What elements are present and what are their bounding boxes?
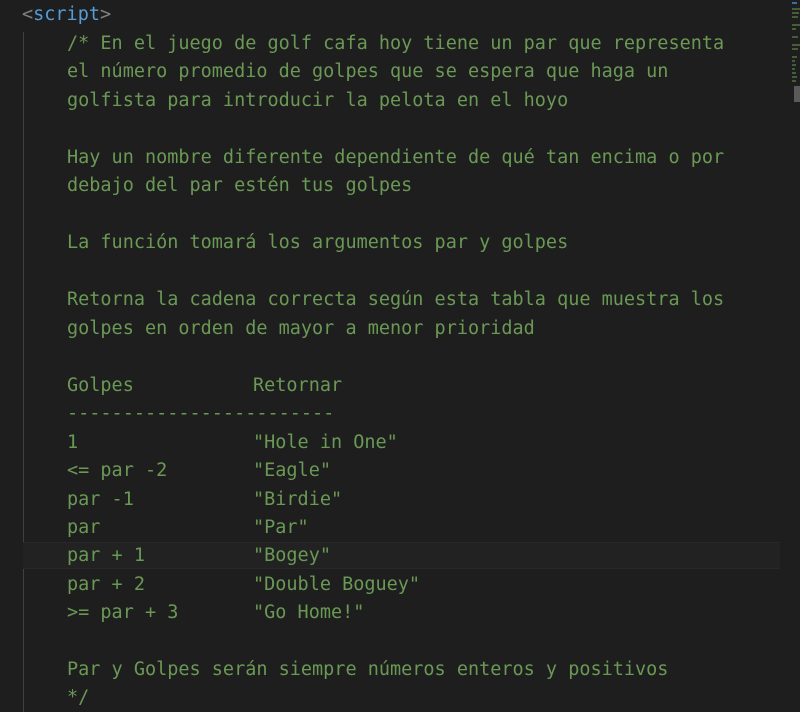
minimap[interactable] bbox=[780, 0, 800, 712]
table-row: 1 "Hole in One" bbox=[67, 429, 398, 458]
table-cell-golpes: par + 1 bbox=[67, 545, 145, 566]
table-cell-golpes: par bbox=[67, 517, 101, 538]
table-cell-golpes: 1 bbox=[67, 432, 79, 453]
table-row: >= par + 3 "Go Home!" bbox=[67, 599, 364, 628]
table-separator: ------------------------ bbox=[67, 403, 335, 424]
comment-line: /* En el juego de golf cafa hoy tiene un… bbox=[67, 33, 725, 54]
table-cell-golpes: par + 2 bbox=[67, 574, 145, 595]
script-open-tag: <script> bbox=[22, 1, 111, 30]
minimap-line bbox=[792, 72, 796, 74]
minimap-line bbox=[792, 80, 796, 82]
table-cell-retornar: "Par" bbox=[253, 517, 309, 538]
comment-line: Hay un nombre diferente dependiente de q… bbox=[67, 147, 725, 168]
table-header-retornar: Retornar bbox=[253, 375, 343, 396]
minimap-tag-mark bbox=[792, 2, 797, 4]
table-header-golpes: Golpes bbox=[67, 375, 134, 396]
tag-close-bracket: > bbox=[99, 4, 112, 25]
table-cell-retornar: "Hole in One" bbox=[253, 432, 398, 453]
minimap-line bbox=[792, 16, 798, 18]
table-row: par + 2 "Double Boguey" bbox=[67, 571, 420, 600]
table-row: <= par -2 "Eagle" bbox=[67, 457, 331, 486]
comment-line: golpes en orden de mayor a menor priorid… bbox=[67, 318, 535, 339]
minimap-line bbox=[792, 12, 799, 14]
minimap-line bbox=[792, 68, 795, 70]
minimap-line bbox=[792, 64, 796, 66]
minimap-line bbox=[792, 28, 796, 30]
minimap-line bbox=[792, 60, 795, 62]
comment-line: el número promedio de golpes que se espe… bbox=[67, 61, 669, 82]
table-cell-golpes: >= par + 3 bbox=[67, 602, 179, 623]
minimap-line bbox=[792, 8, 800, 10]
comment-line: La función tomará los argumentos par y g… bbox=[67, 232, 569, 253]
table-row: par -1 "Birdie" bbox=[67, 486, 342, 515]
table-header: Golpes Retornar bbox=[67, 372, 342, 401]
table-cell-retornar: "Bogey" bbox=[253, 545, 331, 566]
table-cell-golpes: <= par -2 bbox=[67, 460, 168, 481]
minimap-slider[interactable] bbox=[794, 86, 800, 102]
indent-guide bbox=[23, 32, 24, 712]
minimap-line bbox=[792, 56, 797, 58]
minimap-line bbox=[792, 48, 798, 50]
comment-line: Retorna la cadena correcta según esta ta… bbox=[67, 289, 725, 310]
table-cell-retornar: "Birdie" bbox=[253, 489, 343, 510]
table-cell-retornar: "Double Boguey" bbox=[253, 574, 421, 595]
comment-line: Par y Golpes serán siempre números enter… bbox=[67, 659, 669, 680]
minimap-line bbox=[792, 24, 800, 26]
minimap-line bbox=[792, 44, 800, 46]
tag-open-bracket: < bbox=[22, 4, 34, 25]
comment-end-line: */ bbox=[67, 687, 90, 708]
minimap-line bbox=[792, 36, 798, 38]
comment-line: golfista para introducir la pelota en el… bbox=[67, 90, 569, 111]
comment-line: debajo del par estén tus golpes bbox=[67, 175, 413, 196]
table-cell-retornar: "Go Home!" bbox=[253, 602, 365, 623]
table-cell-golpes: par -1 bbox=[67, 489, 134, 510]
code-editor[interactable]: <script> /* En el juego de golf cafa hoy… bbox=[0, 0, 800, 712]
minimap-line bbox=[792, 76, 797, 78]
table-cell-retornar: "Eagle" bbox=[253, 460, 331, 481]
table-row: par "Par" bbox=[67, 514, 309, 543]
table-row: par + 1 "Bogey" bbox=[67, 542, 331, 571]
tag-name: script bbox=[33, 4, 100, 25]
